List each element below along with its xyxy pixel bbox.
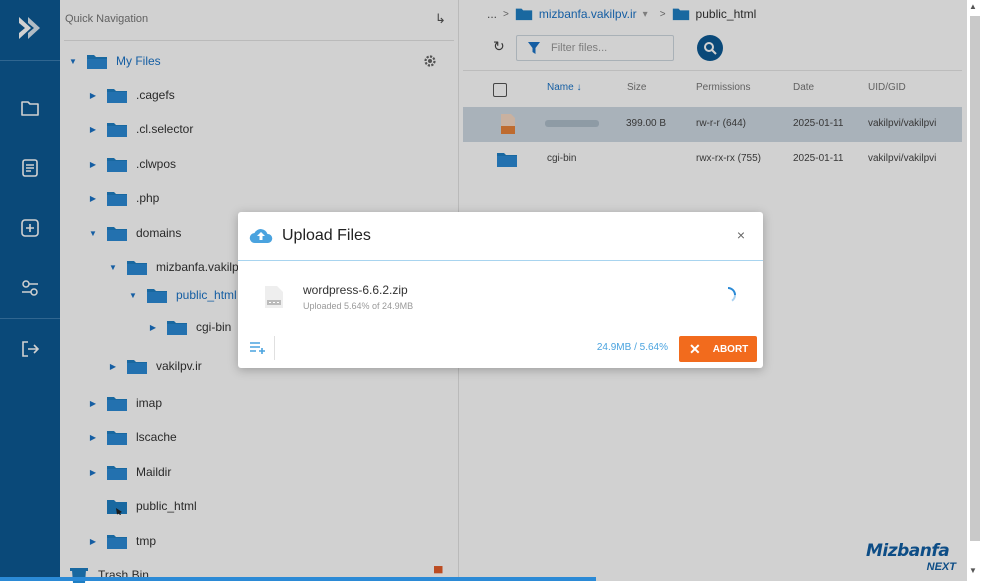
upload-file-name: wordpress-6.6.2.zip <box>303 283 408 297</box>
upload-files-dialog: Upload Files × wordpress-6.6.2.zip Uploa… <box>238 212 763 368</box>
watermark-logo: Mizbanfa NEXT <box>866 541 958 577</box>
watermark-text: Mizbanfa <box>866 541 950 561</box>
dialog-title: Upload Files <box>282 227 371 244</box>
close-icon: ✕ <box>689 340 701 357</box>
watermark-subtext: NEXT <box>926 561 956 573</box>
scrollbar-thumb[interactable] <box>970 16 980 541</box>
scrollbar[interactable]: ▲ ▼ <box>967 0 1000 581</box>
abort-button[interactable]: ✕ ABORT <box>679 336 757 362</box>
abort-label: ABORT <box>712 343 749 355</box>
scroll-up-icon[interactable]: ▲ <box>969 2 977 11</box>
dialog-header: Upload Files × <box>238 212 763 261</box>
scroll-down-icon[interactable]: ▼ <box>969 566 977 575</box>
close-icon[interactable]: × <box>737 227 745 243</box>
upload-progress-text: Uploaded 5.64% of 24.9MB <box>303 301 414 311</box>
upload-progress-bar <box>0 577 596 581</box>
loading-spinner-icon <box>727 287 736 302</box>
cloud-upload-icon <box>249 229 273 244</box>
add-files-icon[interactable] <box>249 341 267 355</box>
divider <box>274 336 275 360</box>
zip-file-icon <box>265 286 283 308</box>
upload-status: 24.9MB / 5.64% <box>596 342 668 353</box>
